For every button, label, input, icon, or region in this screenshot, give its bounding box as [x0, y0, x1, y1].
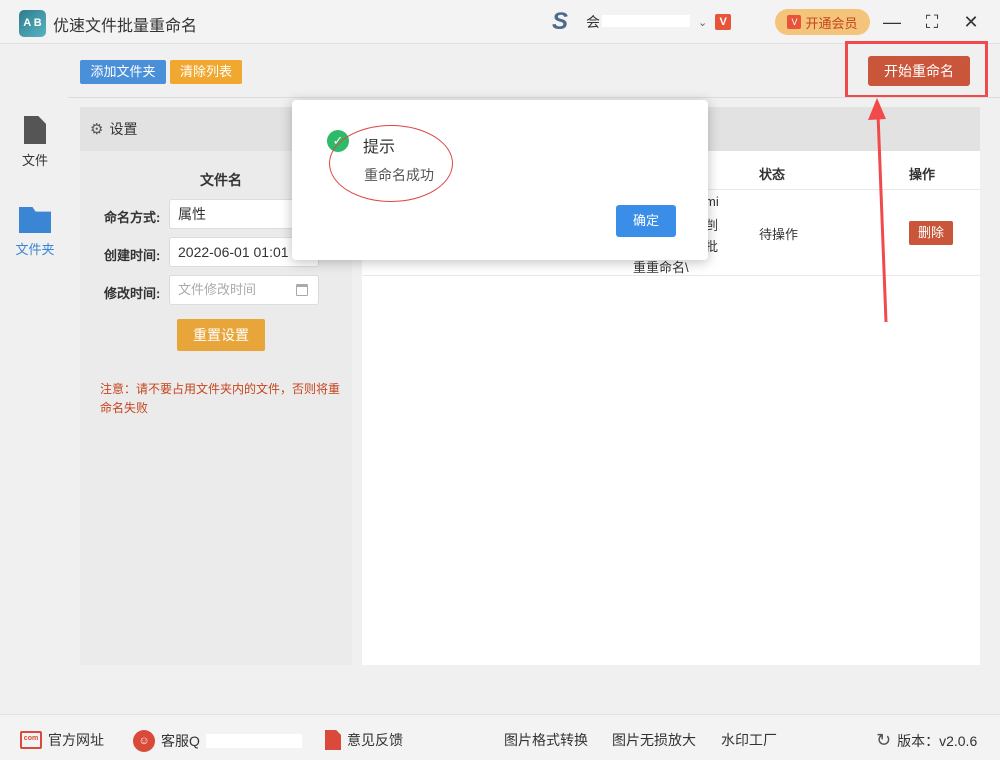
website-icon: com [20, 731, 42, 749]
feedback-label: 意见反馈 [347, 732, 403, 748]
refresh-icon: ↻ [876, 730, 892, 750]
customer-service-label: 客服Q [161, 733, 200, 749]
annotation-ellipse [329, 125, 453, 202]
redacted-contact [205, 734, 302, 748]
version-label: 版本：v2.0.6 [897, 732, 978, 749]
official-website-link[interactable]: com 官方网址 [20, 730, 104, 750]
feedback-link[interactable]: 意见反馈 [325, 730, 403, 750]
watermark-link[interactable]: 水印工厂 [721, 730, 777, 750]
confirm-button[interactable]: 确定 [616, 205, 676, 237]
format-convert-link[interactable]: 图片格式转换 [504, 730, 588, 750]
official-website-label: 官方网址 [48, 732, 104, 748]
lossless-enlarge-link[interactable]: 图片无损放大 [612, 730, 696, 750]
feedback-icon [325, 730, 341, 750]
bottom-bar: com 官方网址 ☺ 客服Q 意见反馈 图片格式转换 图片无损放大 水印工厂 ↻… [0, 714, 1000, 760]
success-dialog: ✓ 提示 重命名成功 确定 [292, 100, 708, 260]
customer-service-link[interactable]: ☺ 客服Q [133, 730, 302, 752]
version-info[interactable]: ↻ 版本：v2.0.6 [876, 730, 977, 751]
customer-service-icon: ☺ [133, 730, 155, 752]
